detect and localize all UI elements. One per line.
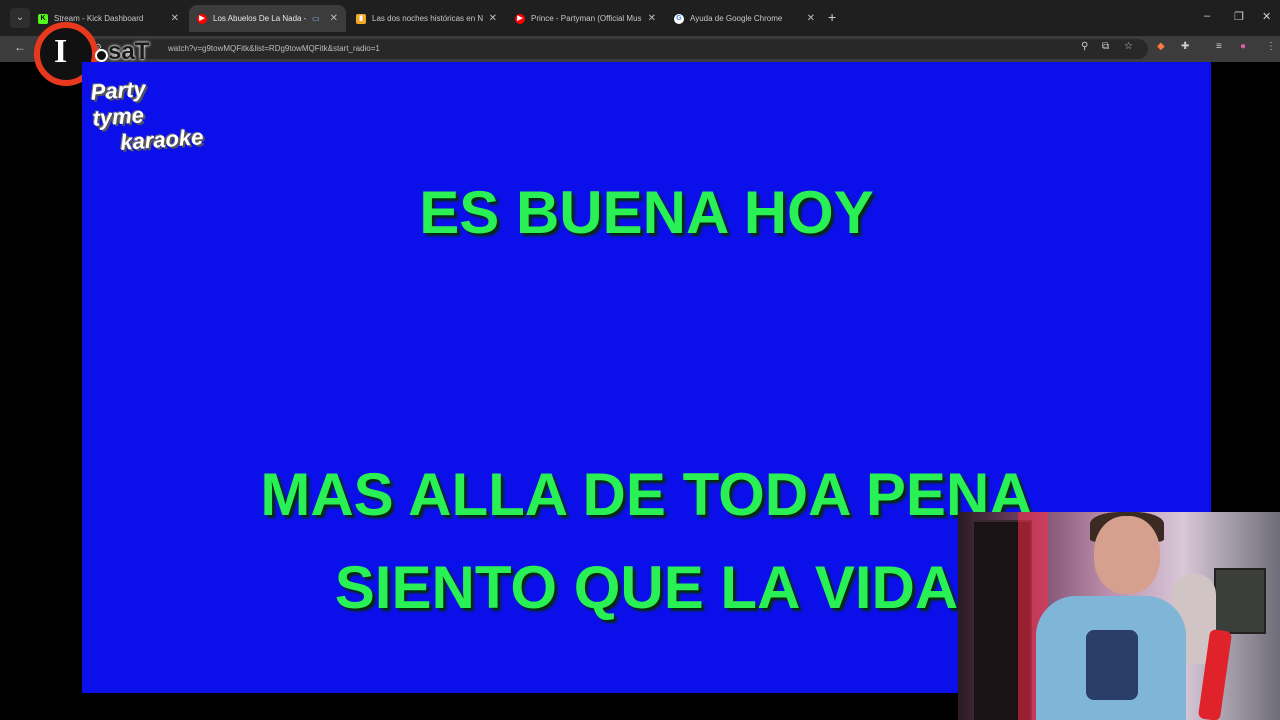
page-icon: ▮ [356,13,366,24]
address-bar[interactable]: ⚙ watch?v=g9towMQFitk&list=RDg9towMQFitk… [88,39,1148,59]
close-window-button[interactable]: ✕ [1262,10,1271,23]
tab-list: K Stream - Kick Dashboard ✕ ▶ Los Abuelo… [30,5,825,32]
bookmark-star-icon[interactable]: ☆ [1124,41,1133,52]
close-icon[interactable]: ✕ [489,13,497,24]
browser-toolbar: ← ⚙ watch?v=g9towMQFitk&list=RDg9towMQFi… [0,36,1280,62]
menu-icon[interactable]: ⋮ [1266,41,1276,52]
back-arrow-icon[interactable]: ← [14,40,26,54]
tab-los-abuelos[interactable]: ▶ Los Abuelos De La Nada - L ▭ ✕ [189,5,346,32]
tab-title: Prince - Partyman (Official Mus [531,14,642,23]
tab-prince-partyman[interactable]: ▶ Prince - Partyman (Official Mus ✕ [507,5,664,32]
tab-dos-noches[interactable]: ▮ Las dos noches históricas en N ✕ [348,5,505,32]
webcam-shirt-print [1086,630,1138,700]
youtube-icon: ▶ [515,13,525,24]
tab-ayuda-chrome[interactable]: G Ayuda de Google Chrome ✕ [666,5,823,32]
webcam-overlay [958,512,1280,720]
webcam-poster [1214,568,1266,634]
google-icon: G [674,13,684,24]
close-icon[interactable]: ✕ [330,13,338,24]
tab-search-button[interactable]: ⌄ [10,8,30,28]
extension-icon[interactable]: ◆ [1157,41,1165,52]
extensions-puzzle-icon[interactable]: ✚ [1181,41,1189,52]
cast-icon[interactable]: ▭ [312,14,320,23]
close-icon[interactable]: ✕ [171,13,179,24]
tab-title: Las dos noches históricas en N [372,14,484,23]
minimize-button[interactable]: – [1204,10,1210,22]
url-text: watch?v=g9towMQFitk&list=RDg9towMQFitk&s… [168,44,380,53]
restore-button[interactable]: ❐ [1234,10,1244,23]
isat-logo-dot [95,49,108,62]
webcam-streamer-head [1094,516,1160,594]
close-icon[interactable]: ✕ [648,13,656,24]
tab-title: Ayuda de Google Chrome [690,14,783,23]
karaoke-brand-logo: Party tyme karaoke [89,72,206,155]
install-app-icon[interactable]: ⧉ [1102,41,1109,52]
tab-strip: ⌄ K Stream - Kick Dashboard ✕ ▶ Los Abue… [0,0,1280,36]
tab-title: Los Abuelos De La Nada - L [213,14,307,23]
zoom-icon[interactable]: ⚲ [1081,41,1088,52]
media-controls-icon[interactable]: ≡ [1216,41,1222,52]
profile-avatar[interactable]: ● [1240,41,1246,52]
new-tab-button[interactable]: + [828,10,836,24]
karaoke-brand-line1: Party tyme [89,76,147,131]
close-icon[interactable]: ✕ [807,13,815,24]
kick-icon: K [38,13,48,24]
isat-logo-letter: I [54,33,68,70]
youtube-icon: ▶ [197,13,207,24]
lyric-line-1: ES BUENA HOY [419,179,874,246]
